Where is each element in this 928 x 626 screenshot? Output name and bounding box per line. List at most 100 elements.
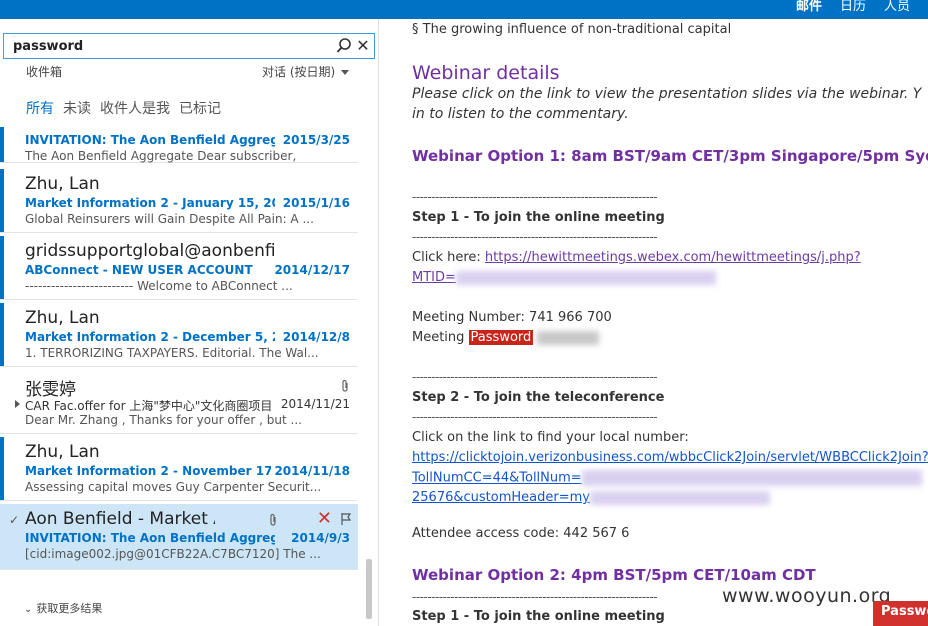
message-preview: [cid:image002.jpg@01CFB22A.C7BC7120] The…	[25, 547, 321, 561]
message-subject: INVITATION: The Aon Benfield Aggregat	[25, 133, 275, 147]
divider-dashes: ----------------------------------------…	[412, 230, 658, 244]
message-date: 2014/11/18	[271, 464, 350, 478]
nav-mail[interactable]: 邮件	[796, 0, 822, 14]
mtid-line: MTID=	[412, 270, 716, 285]
redacted-block	[455, 270, 716, 285]
step2-heading: Step 2 - To join the teleconference	[412, 390, 665, 405]
redacted-block	[589, 490, 770, 505]
chevron-down-icon	[341, 70, 350, 75]
section-heading: Webinar details	[412, 62, 560, 84]
redacted-block	[581, 470, 922, 486]
message-sender: gridssupportglobal@aonbenfield	[25, 241, 275, 261]
verizon-link-cont[interactable]: TollNumCC=44&TollNum=	[412, 471, 582, 486]
divider-dashes: ----------------------------------------…	[412, 190, 658, 204]
attachment-icon	[342, 379, 348, 392]
list-item[interactable]: gridssupportglobal@aonbenfield ABConnect…	[0, 236, 358, 300]
checkmark-icon[interactable]: ✓	[9, 513, 19, 527]
message-subject: INVITATION: The Aon Benfield Aggregat	[25, 531, 275, 545]
message-date: 2014/11/21	[277, 397, 350, 411]
corner-badge: Password	[873, 601, 928, 626]
message-date: 2014/12/17	[271, 263, 350, 277]
filter-unread[interactable]: 未读	[63, 98, 91, 118]
double-chevron-down-icon: ⌄	[24, 604, 33, 615]
divider-dashes: ----------------------------------------…	[412, 370, 658, 384]
filter-to-me[interactable]: 收件人是我	[100, 98, 170, 118]
message-preview: 1. TERRORIZING TAXPAYERS. Editorial. The…	[25, 346, 319, 360]
intro-line-1: Please click on the link to view the pre…	[412, 86, 922, 102]
nav-calendar[interactable]: 日历	[840, 0, 866, 14]
clear-search-icon[interactable]: ✕	[356, 37, 370, 55]
verizon-link-cont[interactable]: 25676&customHeader=my	[412, 490, 590, 505]
filter-all[interactable]: 所有	[26, 98, 54, 118]
webex-link[interactable]: https://hewittmeetings.webex.com/hewittm…	[485, 250, 861, 265]
verizon-link-line2: TollNumCC=44&TollNum=	[412, 470, 922, 486]
message-preview: Global Reinsurers will Gain Despite All …	[25, 212, 314, 226]
folder-label: 收件箱	[26, 65, 63, 79]
scrollbar-thumb[interactable]	[366, 559, 372, 619]
verizon-link[interactable]: https://clicktojoin.verizonbusiness.com/…	[412, 450, 928, 465]
message-sender: Aon Benfield - Market Analysis	[25, 509, 215, 529]
message-date: 2015/1/16	[279, 196, 350, 210]
attendee-code: Attendee access code: 442 567 6	[412, 526, 630, 541]
meeting-number: Meeting Number: 741 966 700	[412, 310, 612, 325]
list-item[interactable]: Zhu, Lan Market Information 2 - December…	[0, 303, 358, 367]
redacted-block	[537, 330, 600, 345]
message-preview: Dear Mr. Zhang , Thanks for your offer ,…	[25, 413, 302, 427]
message-sender: Zhu, Lan	[25, 442, 100, 462]
verizon-link-line3: 25676&customHeader=my	[412, 490, 770, 505]
message-sender: Zhu, Lan	[25, 174, 100, 194]
meeting-label: Meeting	[412, 330, 469, 345]
message-subject: CAR Fac.offer for 上海"梦中心"文化商圈项目	[25, 399, 273, 413]
option1-heading: Webinar Option 1: 8am BST/9am CET/3pm Si…	[412, 147, 928, 165]
message-subject: ABConnect - NEW USER ACCOUNT	[25, 263, 253, 277]
message-list-pane: ✕ 收件箱 对话 (按日期) 所有 未读 收件人是我 已标记 INVITATIO…	[0, 19, 378, 626]
option2-heading: Webinar Option 2: 4pm BST/5pm CET/10am C…	[412, 566, 816, 584]
message-sender: Zhu, Lan	[25, 308, 100, 328]
password-highlight: Password	[468, 330, 534, 345]
expand-arrow-icon[interactable]	[15, 400, 20, 408]
search-box: ✕	[3, 33, 375, 59]
sort-label: 对话 (按日期)	[262, 65, 336, 79]
watermark: www.wooyun.org	[722, 585, 892, 607]
message-subject: Market Information 2 - December 5, 2014	[25, 330, 275, 344]
list-item-selected[interactable]: ✓ Aon Benfield - Market Analysis ✕ INVIT…	[0, 504, 358, 570]
search-input[interactable]	[13, 37, 333, 55]
delete-icon[interactable]: ✕	[317, 508, 332, 529]
filter-flagged[interactable]: 已标记	[179, 98, 221, 118]
click-here-label: Click here:	[412, 250, 485, 265]
message-preview: Assessing capital moves Guy Carpenter Se…	[25, 480, 322, 494]
message-preview: ------------------------- Welcome to ABC…	[25, 279, 293, 293]
list-item[interactable]: INVITATION: The Aon Benfield Aggregat 20…	[0, 127, 358, 163]
nav-people[interactable]: 人员	[884, 0, 910, 14]
click-here-line: Click here: https://hewittmeetings.webex…	[412, 250, 861, 265]
more-results-link[interactable]: ⌄ 获取更多结果	[24, 600, 102, 616]
webex-link-cont[interactable]: MTID=	[412, 270, 456, 285]
message-subject: Market Information 2 - November 17, 2014	[25, 464, 275, 478]
message-subject: Market Information 2 - January 15, 2015	[25, 196, 275, 210]
step1b-heading: Step 1 - To join the online meeting	[412, 609, 665, 624]
list-item[interactable]: Zhu, Lan Market Information 2 - November…	[0, 437, 358, 501]
sort-dropdown[interactable]: 对话 (按日期)	[262, 63, 350, 80]
list-item[interactable]: 张雯婷 CAR Fac.offer for 上海"梦中心"文化商圈项目 2014…	[0, 370, 358, 434]
filter-tabs: 所有 未读 收件人是我 已标记	[26, 98, 230, 118]
message-list: INVITATION: The Aon Benfield Aggregat 20…	[0, 127, 358, 587]
top-nav-bar: 邮件 日历 人员	[0, 0, 928, 19]
reading-pane: § The growing influence of non-tradition…	[379, 19, 928, 626]
meeting-password-line: Meeting Password	[412, 330, 600, 345]
message-date: 2015/3/25	[279, 133, 350, 147]
scrollbar[interactable]	[365, 127, 373, 617]
divider-dashes: ----------------------------------------…	[412, 410, 658, 424]
more-results-label: 获取更多结果	[36, 602, 103, 615]
step1-heading: Step 1 - To join the online meeting	[412, 210, 665, 225]
bullet-line: § The growing influence of non-tradition…	[412, 22, 732, 37]
list-item[interactable]: Zhu, Lan Market Information 2 - January …	[0, 169, 358, 233]
intro-line-2: in to listen to the commentary.	[412, 106, 629, 122]
message-date: 2014/9/3	[288, 531, 350, 545]
message-date: 2014/12/8	[279, 330, 350, 344]
attachment-icon	[270, 513, 276, 526]
divider-dashes: ----------------------------------------…	[412, 590, 658, 604]
search-icon[interactable]	[336, 37, 352, 55]
local-number-line: Click on the link to find your local num…	[412, 430, 689, 445]
message-preview: The Aon Benfield Aggregate Dear subscrib…	[25, 149, 297, 163]
flag-icon[interactable]	[340, 512, 352, 526]
